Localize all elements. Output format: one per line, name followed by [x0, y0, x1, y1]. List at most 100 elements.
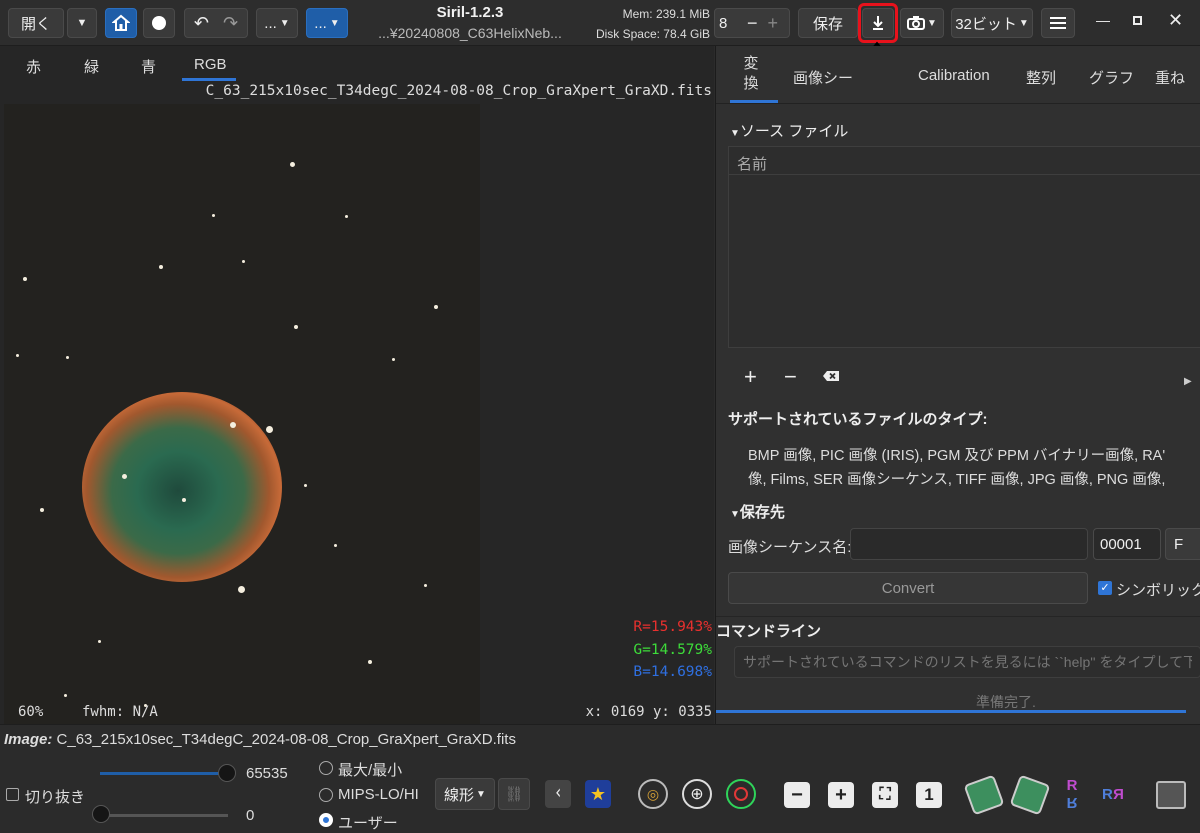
highlight-box	[858, 3, 898, 43]
add-files-icon[interactable]: +	[744, 364, 757, 390]
expander-down-icon: ▼	[730, 128, 740, 139]
zoom-one-icon[interactable]: 1	[916, 782, 942, 808]
progress-bar	[716, 710, 1186, 713]
cursor-coords: x: 0169 y: 0335	[585, 704, 712, 720]
home-button[interactable]	[105, 8, 137, 38]
zoom-fit-icon[interactable]: ⛶	[872, 782, 898, 808]
link-chain-button[interactable]: ⛓	[498, 778, 530, 810]
remove-file-icon[interactable]: −	[784, 364, 797, 390]
plus-icon[interactable]: +	[768, 13, 779, 34]
destination-expander[interactable]: ▼保存先	[730, 501, 785, 522]
tab-calibration[interactable]: Calibration	[918, 67, 990, 84]
galaxy-icon[interactable]: ◎	[638, 779, 668, 809]
chevron-down-icon: ▼	[76, 17, 88, 29]
tab-blue[interactable]: 青	[141, 56, 156, 77]
tab-registration[interactable]: 整列	[1026, 67, 1056, 88]
scale-mode-selector[interactable]: 線形 ▼	[435, 778, 495, 810]
zoom-out-icon[interactable]: −	[784, 782, 810, 808]
close-icon[interactable]: ✕	[1168, 10, 1183, 31]
image-stack-icon[interactable]	[1156, 781, 1186, 809]
minimize-icon[interactable]: —	[1096, 12, 1110, 28]
disk-space: Disk Space: 78.4 GiB	[595, 27, 710, 41]
chevron-down-icon: ▼	[476, 788, 486, 800]
redo-icon[interactable]: ↷	[223, 13, 238, 34]
open-button[interactable]: 開く	[8, 8, 64, 38]
command-input[interactable]	[734, 646, 1200, 678]
nebula	[82, 392, 282, 582]
minus-icon[interactable]: −	[747, 13, 758, 34]
radio-minmax-label: 最大/最小	[338, 762, 403, 779]
low-slider-track[interactable]	[100, 814, 228, 817]
rotate-right-icon[interactable]	[1009, 774, 1051, 816]
open-recent-dropdown[interactable]: ▼	[67, 8, 97, 38]
tab-rgb[interactable]: RGB	[194, 56, 227, 73]
tab-sequence[interactable]: 画像シー	[793, 67, 853, 88]
save-button[interactable]: 保存	[798, 8, 858, 38]
low-value[interactable]: 0	[246, 807, 254, 824]
zoom-in-icon[interactable]: +	[828, 782, 854, 808]
destination-header: 保存先	[739, 504, 785, 521]
output-format-selector[interactable]: F	[1165, 528, 1200, 560]
bitdepth-selector[interactable]: 32ビット ▼	[951, 8, 1033, 38]
separator	[716, 616, 1200, 617]
bitdepth-label: 32ビット	[955, 15, 1017, 33]
clear-list-icon[interactable]	[822, 370, 840, 382]
sequence-name-input[interactable]	[850, 528, 1088, 560]
flip-horizontal-icon[interactable]: RR	[1102, 781, 1138, 809]
tab-stacking[interactable]: 重ね	[1155, 67, 1200, 88]
header-bar: 開く ▼ ↶ ↷ ... ▼ ... ▼ Siril-1.2.3 ...¥202408…	[0, 0, 1200, 46]
column-header-name[interactable]: 名前	[729, 147, 1200, 175]
tab-conversion[interactable]: 変 換	[740, 54, 762, 94]
high-slider-handle[interactable]	[218, 764, 236, 782]
photometry-star-icon[interactable]: ★	[585, 780, 611, 808]
image-filename: C_63_215x10sec_T34degC_2024-08-08_Crop_G…	[205, 83, 712, 99]
start-index-input[interactable]: 00001	[1093, 528, 1161, 560]
expander-down-icon: ▼	[730, 509, 740, 520]
auto-stretch-icon[interactable]: ᚲ	[545, 780, 571, 808]
convert-button[interactable]: Convert	[728, 572, 1088, 604]
window-title: Siril-1.2.3	[436, 4, 504, 21]
crop-label: 切り抜き	[25, 789, 86, 806]
processing-menu-button[interactable]: ... ▼	[306, 8, 348, 38]
red-stat: R=15.943%	[633, 619, 712, 635]
image-name-row: Image: C_63_215x10sec_T34degC_2024-08-08…	[4, 731, 516, 748]
snapshot-button[interactable]: ▼	[900, 8, 944, 38]
symlink-checkbox[interactable]: ✓	[1098, 581, 1112, 595]
radio-minmax[interactable]	[319, 761, 333, 775]
source-file-list[interactable]: 名前	[728, 146, 1200, 348]
window-subtitle: ...¥20240808_C63HelixNeb...	[378, 25, 562, 41]
supported-types-line1: BMP 画像, PIC 画像 (IRIS), PGM 及び PPM バイナリー画…	[748, 448, 1166, 464]
globe-icon[interactable]: ⊕	[682, 779, 712, 809]
flip-vertical-icon[interactable]: RR	[1056, 777, 1088, 813]
radio-user-label: ユーザー	[338, 815, 398, 832]
astro-image[interactable]	[4, 104, 480, 728]
source-files-header: ソース ファイル	[739, 123, 849, 140]
status-text: 準備完了.	[976, 694, 1036, 710]
zoom-level: 60%	[18, 704, 44, 720]
scale-mode-label: 線形	[444, 786, 475, 804]
target-icon[interactable]	[726, 779, 756, 809]
command-line-header: コマンドライン	[716, 623, 822, 640]
control-panel: 変 換 画像シー Calibration 整列 グラフ 重ね ▼ソース ファイル…	[715, 46, 1200, 724]
chevron-right-icon[interactable]: ▶	[1184, 376, 1192, 387]
high-value[interactable]: 65535	[246, 765, 288, 782]
radio-user[interactable]	[319, 813, 333, 827]
hamburger-icon	[1050, 17, 1066, 29]
low-slider-handle[interactable]	[92, 805, 110, 823]
high-slider-track[interactable]	[100, 772, 228, 775]
tab-green[interactable]: 緑	[84, 56, 99, 77]
chevron-down-icon: ▼	[927, 17, 937, 29]
scripts-menu-button[interactable]: ... ▼	[256, 8, 298, 38]
tab-plot[interactable]: グラフ	[1089, 67, 1134, 88]
tab-red[interactable]: 赤	[26, 56, 41, 77]
maximize-icon[interactable]	[1133, 16, 1142, 25]
rotate-left-icon[interactable]	[963, 774, 1005, 816]
crop-checkbox[interactable]	[6, 788, 19, 801]
source-files-expander[interactable]: ▼ソース ファイル	[730, 120, 848, 141]
active-tab-indicator	[730, 100, 778, 103]
livestack-button[interactable]	[143, 8, 175, 38]
threads-spinbox[interactable]: 8 − +	[714, 8, 790, 38]
main-menu-button[interactable]	[1041, 8, 1075, 38]
radio-mips[interactable]	[319, 788, 333, 802]
undo-icon[interactable]: ↶	[194, 13, 209, 34]
